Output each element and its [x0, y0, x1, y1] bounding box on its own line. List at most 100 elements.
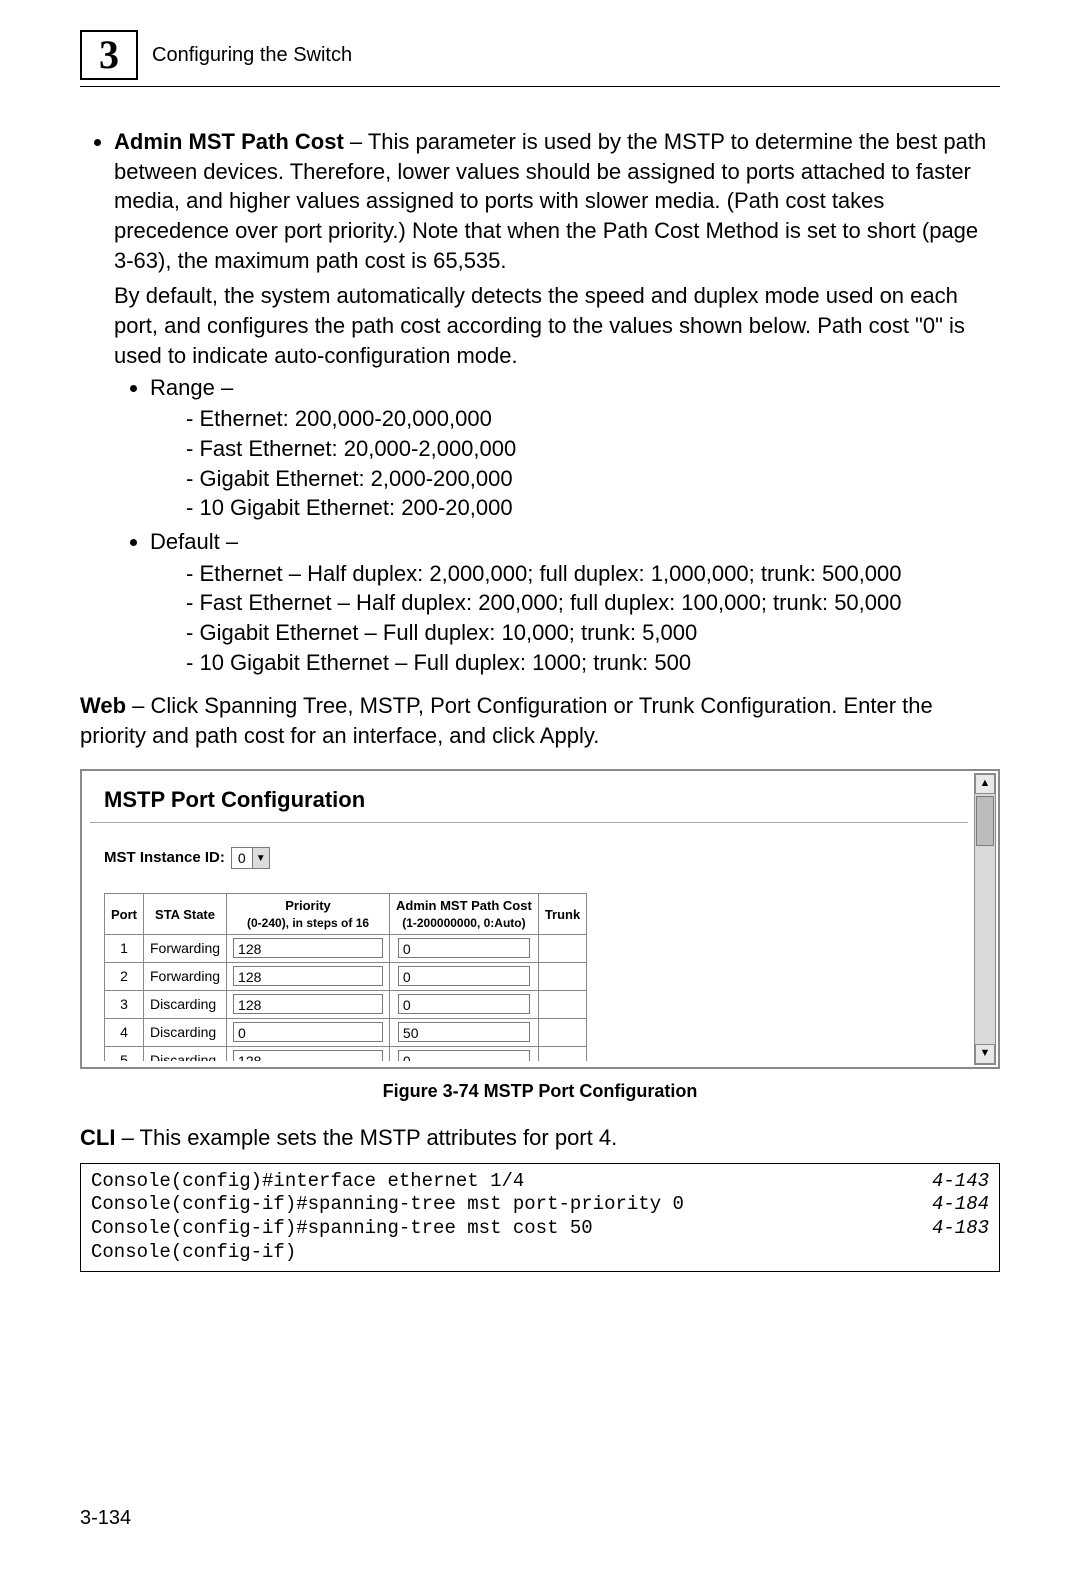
cell-sta: Forwarding — [144, 935, 227, 963]
col-cost: Admin MST Path Cost (1-200000000, 0:Auto… — [390, 894, 539, 935]
admin-cost-label: Admin MST Path Cost — [114, 129, 344, 154]
cell-priority: 128 — [227, 935, 390, 963]
priority-input[interactable]: 128 — [233, 994, 383, 1014]
cell-cost: 0 — [390, 990, 539, 1018]
cell-trunk — [538, 963, 586, 991]
cli-line: Console(config)#interface ethernet 1/4 4-… — [91, 1170, 989, 1194]
cell-port: 3 — [105, 990, 144, 1018]
priority-input[interactable]: 128 — [233, 966, 383, 986]
page-header: 3 Configuring the Switch — [80, 30, 1000, 80]
cli-code-block: Console(config)#interface ethernet 1/4 4-… — [80, 1163, 1000, 1272]
header-rule — [80, 86, 1000, 87]
cli-reference: 4-143 — [932, 1170, 989, 1194]
panel-rule — [90, 822, 968, 823]
cell-trunk — [538, 990, 586, 1018]
col-priority: Priority (0-240), in steps of 16 — [227, 894, 390, 935]
cli-command: Console(config-if) — [91, 1241, 296, 1265]
cell-priority: 128 — [227, 963, 390, 991]
priority-input[interactable]: 0 — [233, 1022, 383, 1042]
cli-text: – This example sets the MSTP attributes … — [115, 1125, 617, 1150]
cell-sta: Discarding — [144, 990, 227, 1018]
table-row: 1Forwarding 128 0 — [105, 935, 587, 963]
chapter-number-box: 3 — [80, 30, 138, 80]
chapter-title: Configuring the Switch — [152, 44, 352, 67]
default-item: Fast Ethernet – Half duplex: 200,000; fu… — [186, 588, 1000, 618]
cell-port: 4 — [105, 1018, 144, 1046]
chevron-down-icon[interactable]: ▼ — [252, 848, 269, 868]
cell-port: 2 — [105, 963, 144, 991]
cost-input[interactable]: 0 — [398, 966, 530, 986]
cell-port: 5 — [105, 1046, 144, 1061]
cli-reference: 4-184 — [932, 1193, 989, 1217]
cell-cost: 0 — [390, 1046, 539, 1061]
cell-sta: Discarding — [144, 1018, 227, 1046]
table-row: 4Discarding 0 50 — [105, 1018, 587, 1046]
range-label: Range – — [150, 375, 233, 400]
default-item: Gigabit Ethernet – Full duplex: 10,000; … — [186, 618, 1000, 648]
cli-reference: 4-183 — [932, 1217, 989, 1241]
cost-input[interactable]: 0 — [398, 994, 530, 1014]
cli-line: Console(config-if) — [91, 1241, 989, 1265]
table-row: 3Discarding 128 0 — [105, 990, 587, 1018]
cli-line: Console(config-if)#spanning-tree mst cos… — [91, 1217, 989, 1241]
web-paragraph: Web – Click Spanning Tree, MSTP, Port Co… — [80, 691, 1000, 750]
col-priority-top: Priority — [285, 898, 331, 913]
range-bullet: Range – Ethernet: 200,000-20,000,000 Fas… — [150, 373, 1000, 523]
cli-command: Console(config-if)#spanning-tree mst cos… — [91, 1217, 593, 1241]
range-item: Ethernet: 200,000-20,000,000 — [186, 404, 1000, 434]
cell-trunk — [538, 1046, 586, 1061]
cost-input[interactable]: 50 — [398, 1022, 530, 1042]
cell-priority: 0 — [227, 1018, 390, 1046]
cell-cost: 50 — [390, 1018, 539, 1046]
default-item: Ethernet – Half duplex: 2,000,000; full … — [186, 559, 1000, 589]
mstp-port-table: Port STA State Priority (0-240), in step… — [104, 893, 587, 1060]
figure-caption: Figure 3-74 MSTP Port Configuration — [80, 1079, 1000, 1103]
cost-input[interactable]: 0 — [398, 1050, 530, 1061]
mstp-config-panel: MSTP Port Configuration MST Instance ID:… — [80, 769, 1000, 1069]
col-priority-sub: (0-240), in steps of 16 — [233, 915, 383, 931]
cell-priority: 128 — [227, 1046, 390, 1061]
instance-label: MST Instance ID: — [104, 848, 225, 868]
cell-priority: 128 — [227, 990, 390, 1018]
web-text: – Click Spanning Tree, MSTP, Port Config… — [80, 693, 933, 748]
range-item: Fast Ethernet: 20,000-2,000,000 — [186, 434, 1000, 464]
scroll-down-icon[interactable]: ▼ — [975, 1044, 995, 1064]
col-sta: STA State — [144, 894, 227, 935]
cli-label: CLI — [80, 1125, 115, 1150]
default-label: Default – — [150, 529, 238, 554]
bullet-admin-cost: Admin MST Path Cost – This parameter is … — [114, 127, 1000, 677]
page-number: 3-134 — [80, 1507, 131, 1530]
range-item: Gigabit Ethernet: 2,000-200,000 — [186, 464, 1000, 494]
cell-port: 1 — [105, 935, 144, 963]
cli-paragraph: CLI – This example sets the MSTP attribu… — [80, 1123, 1000, 1153]
default-bullet: Default – Ethernet – Half duplex: 2,000,… — [150, 527, 1000, 677]
cell-sta: Discarding — [144, 1046, 227, 1061]
panel-title: MSTP Port Configuration — [104, 785, 968, 815]
col-cost-top: Admin MST Path Cost — [396, 898, 532, 913]
cell-cost: 0 — [390, 963, 539, 991]
cli-line: Console(config-if)#spanning-tree mst por… — [91, 1193, 989, 1217]
table-row: 5Discarding 128 0 — [105, 1046, 587, 1061]
default-item: 10 Gigabit Ethernet – Full duplex: 1000;… — [186, 648, 1000, 678]
scroll-thumb[interactable] — [976, 796, 994, 846]
table-row: 2Forwarding 128 0 — [105, 963, 587, 991]
web-label: Web — [80, 693, 126, 718]
range-item: 10 Gigabit Ethernet: 200-20,000 — [186, 493, 1000, 523]
col-trunk: Trunk — [538, 894, 586, 935]
cell-cost: 0 — [390, 935, 539, 963]
priority-input[interactable]: 128 — [233, 1050, 383, 1061]
cli-command: Console(config)#interface ethernet 1/4 — [91, 1170, 524, 1194]
vertical-scrollbar[interactable]: ▲ ▼ — [974, 773, 996, 1065]
cell-sta: Forwarding — [144, 963, 227, 991]
instance-value: 0 — [232, 849, 252, 868]
cell-trunk — [538, 935, 586, 963]
instance-select[interactable]: 0 ▼ — [231, 847, 270, 869]
col-port: Port — [105, 894, 144, 935]
scroll-track[interactable] — [975, 796, 995, 1042]
priority-input[interactable]: 128 — [233, 938, 383, 958]
cell-trunk — [538, 1018, 586, 1046]
admin-cost-desc2: By default, the system automatically det… — [114, 283, 965, 367]
cost-input[interactable]: 0 — [398, 938, 530, 958]
cli-command: Console(config-if)#spanning-tree mst por… — [91, 1193, 684, 1217]
scroll-up-icon[interactable]: ▲ — [975, 774, 995, 794]
